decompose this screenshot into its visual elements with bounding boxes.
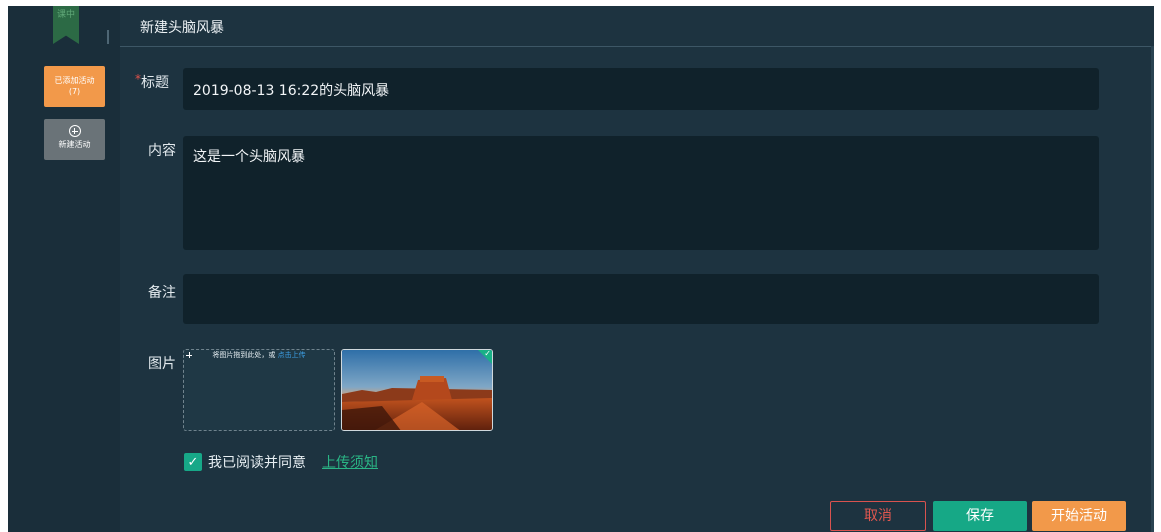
start-activity-button[interactable]: 开始活动	[1032, 501, 1126, 531]
title-input[interactable]: 2019-08-13 16:22的头脑风暴	[183, 68, 1099, 110]
dialog: 课中 已添加活动 (7) 新建活动 新建头脑风暴 *标题 2019-08-13 …	[8, 6, 1154, 532]
tab-added-count: (7)	[68, 87, 81, 96]
image-upload-dropzone[interactable]: 将图片拖到此处，或 点击上传	[183, 349, 335, 431]
upload-hint: 将图片拖到此处，或 点击上传	[184, 350, 334, 360]
tab-new-label: 新建活动	[58, 140, 91, 149]
upload-notice-link[interactable]: 上传须知	[322, 452, 378, 472]
desert-mesa-image	[342, 350, 492, 430]
bookmark-icon: 课中	[53, 6, 79, 44]
rail-divider	[107, 30, 109, 44]
title-label: *标题	[135, 72, 169, 92]
agree-checkbox[interactable]: ✓	[184, 453, 202, 471]
selected-check-badge: ✓	[478, 350, 492, 364]
dialog-header: 新建头脑风暴	[120, 6, 1154, 47]
page-title: 新建头脑风暴	[140, 20, 224, 36]
agree-text: 我已阅读并同意	[208, 455, 306, 471]
scrollbar[interactable]	[1151, 46, 1154, 532]
tab-added-label: 已添加活动	[54, 76, 95, 85]
check-icon: ✓	[187, 454, 199, 470]
save-button[interactable]: 保存	[933, 501, 1027, 531]
content-label: 内容	[148, 143, 176, 159]
agree-row: ✓ 我已阅读并同意 上传须知	[184, 452, 378, 472]
cancel-button[interactable]: 取消	[830, 501, 926, 531]
upload-hint-text: 将图片拖到此处，或	[212, 351, 276, 359]
tab-new-activity[interactable]: 新建活动	[44, 119, 105, 160]
bookmark-text: 课中	[56, 10, 75, 20]
upload-link[interactable]: 点击上传	[278, 351, 306, 359]
left-rail: 课中 已添加活动 (7) 新建活动	[8, 6, 120, 532]
tab-added-activities[interactable]: 已添加活动 (7)	[44, 66, 105, 107]
title-label-text: 标题	[141, 75, 169, 91]
plus-circle-icon	[68, 125, 81, 137]
remark-input[interactable]	[183, 274, 1099, 324]
check-icon: ✓	[484, 349, 491, 358]
content-textarea[interactable]: 这是一个头脑风暴	[183, 136, 1099, 250]
uploaded-image-thumbnail[interactable]: ✓	[341, 349, 493, 431]
image-label: 图片	[148, 356, 176, 372]
remark-label: 备注	[148, 285, 176, 301]
